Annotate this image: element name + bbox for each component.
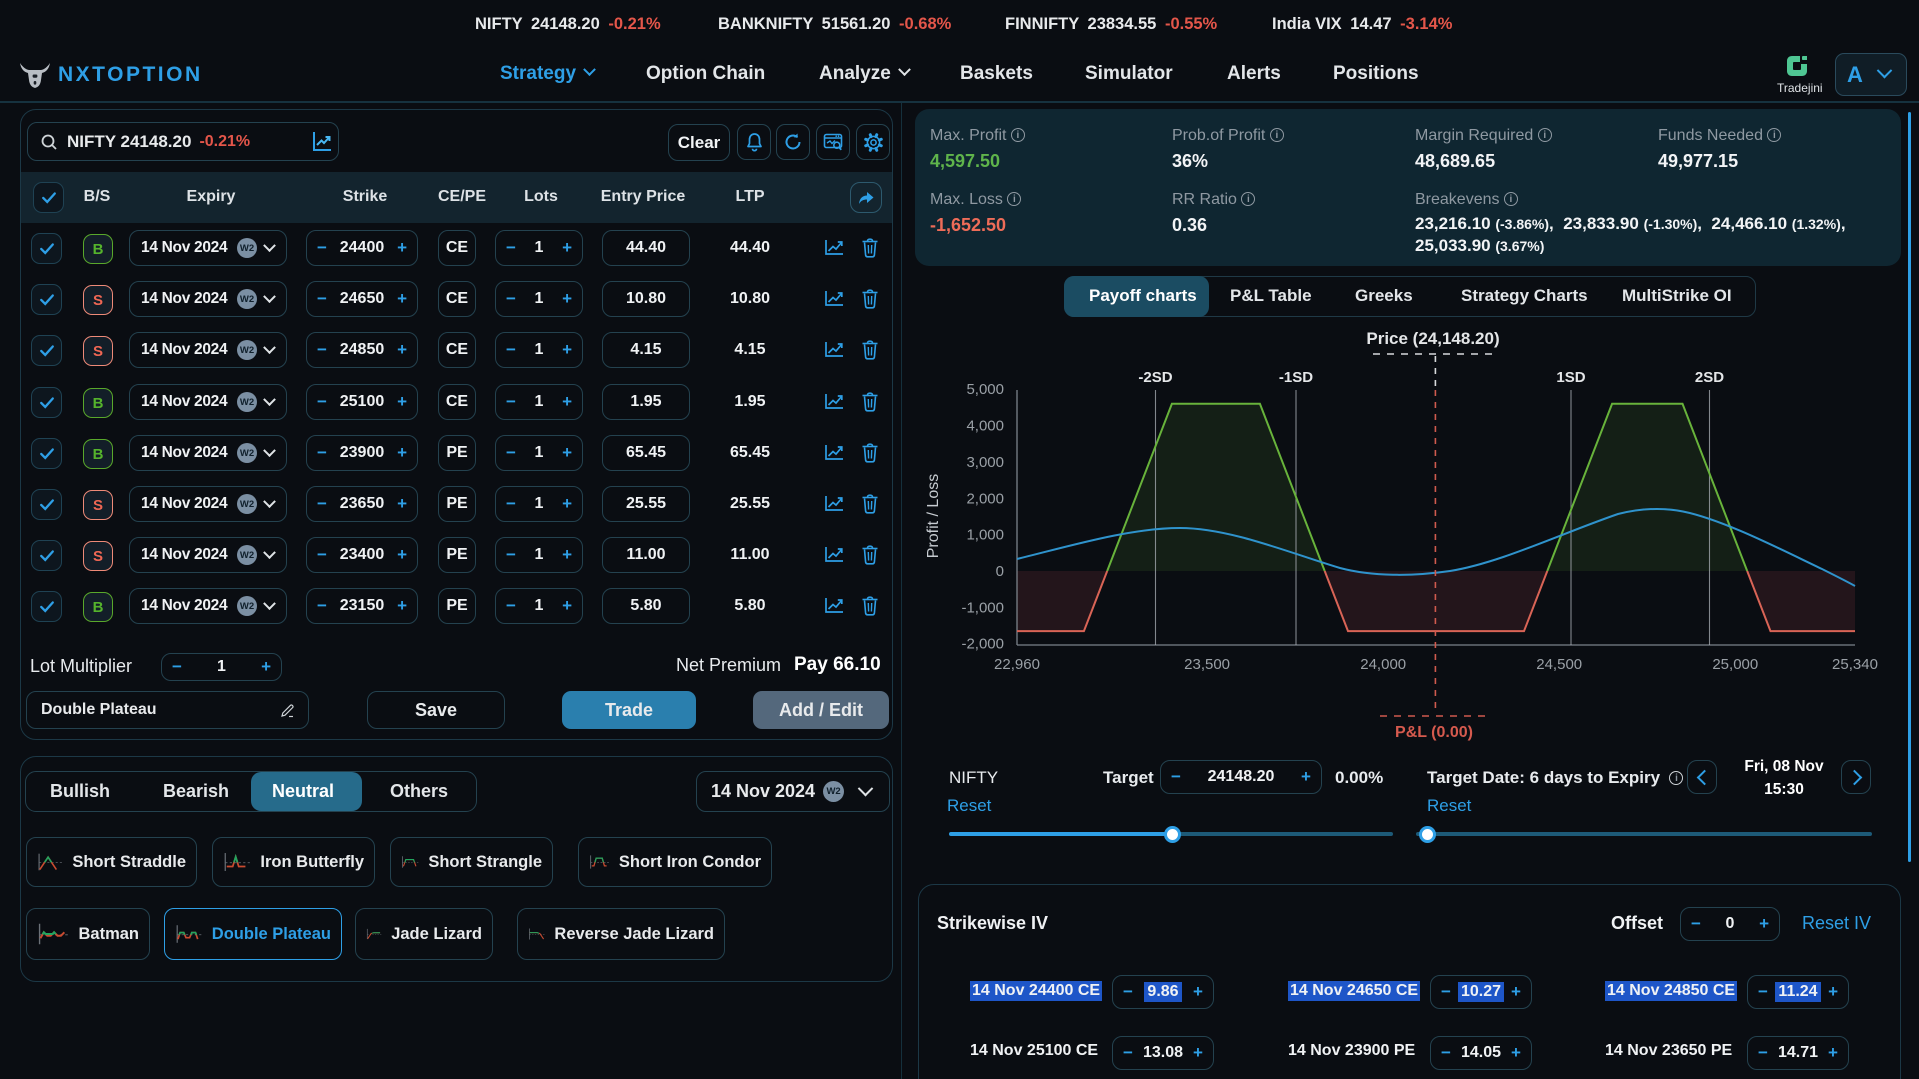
svg-text:Profit / Loss: Profit / Loss — [925, 474, 942, 558]
svg-text:24,500: 24,500 — [1536, 656, 1582, 673]
svg-text:-1,000: -1,000 — [961, 599, 1004, 616]
svg-text:23,500: 23,500 — [1184, 656, 1230, 673]
svg-text:25,340: 25,340 — [1832, 656, 1878, 673]
svg-text:4,000: 4,000 — [966, 418, 1004, 435]
svg-text:2SD: 2SD — [1695, 369, 1724, 386]
svg-text:22,960: 22,960 — [994, 656, 1040, 673]
svg-text:Price (24,148.20): Price (24,148.20) — [1366, 329, 1499, 348]
svg-text:1SD: 1SD — [1556, 369, 1585, 386]
svg-text:0: 0 — [996, 563, 1004, 580]
svg-text:24,000: 24,000 — [1360, 656, 1406, 673]
svg-text:P&L (0.00): P&L (0.00) — [1395, 724, 1473, 741]
svg-text:-2,000: -2,000 — [961, 636, 1004, 653]
svg-text:25,000: 25,000 — [1712, 656, 1758, 673]
svg-text:-1SD: -1SD — [1279, 369, 1313, 386]
svg-text:-2SD: -2SD — [1138, 369, 1172, 386]
svg-text:5,000: 5,000 — [966, 381, 1004, 398]
svg-text:2,000: 2,000 — [966, 490, 1004, 507]
svg-text:3,000: 3,000 — [966, 454, 1004, 471]
svg-text:1,000: 1,000 — [966, 527, 1004, 544]
